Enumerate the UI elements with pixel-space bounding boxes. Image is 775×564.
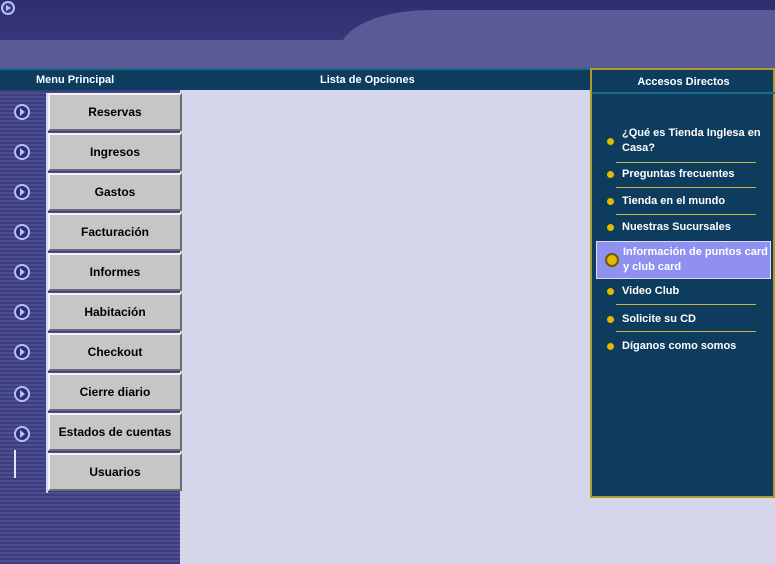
bullet-dot-icon: [607, 171, 614, 178]
shortcut-label: Solicite su CD: [622, 313, 696, 325]
bullet-dot-icon: [607, 224, 614, 231]
menu-button-usuarios[interactable]: Usuarios: [48, 453, 182, 491]
shortcut-label: Nuestras Sucursales: [622, 221, 731, 233]
shortcut-que-es-tienda[interactable]: ¿Qué es Tienda Inglesa en Casa?: [596, 126, 771, 156]
shortcut-label: Tienda en el mundo: [622, 195, 726, 207]
menu-button-gastos[interactable]: Gastos: [48, 173, 182, 211]
shortcut-diganos-como-somos[interactable]: Díganos como somos: [596, 339, 771, 354]
bullet-dot-icon: [607, 255, 617, 265]
shortcut-tienda-mundo[interactable]: Tienda en el mundo: [596, 194, 771, 209]
bullet-dot-icon: [607, 343, 614, 350]
bottom-right-fill: [590, 498, 775, 564]
circle-play-icon[interactable]: [14, 304, 30, 320]
menu-button-cierre-diario[interactable]: Cierre diario: [48, 373, 182, 411]
shortcut-solicite-cd[interactable]: Solicite su CD: [596, 312, 771, 327]
top-banner: [0, 0, 775, 68]
menu-button-informes[interactable]: Informes: [48, 253, 182, 291]
main-menu: Reservas Ingresos Gastos Facturación Inf…: [46, 93, 182, 493]
shortcut-nuestras-sucursales[interactable]: Nuestras Sucursales: [596, 220, 771, 235]
shortcut-label: Preguntas frecuentes: [622, 168, 735, 180]
shortcut-preguntas-frecuentes[interactable]: Preguntas frecuentes: [596, 167, 771, 182]
sidebar-marker: [14, 450, 16, 478]
shortcut-informacion-puntos[interactable]: Información de puntos card y club card: [596, 241, 771, 279]
shortcut-divider: [616, 214, 756, 215]
shortcut-divider: [616, 331, 756, 332]
shortcut-label: Díganos como somos: [622, 340, 737, 352]
shortcut-divider: [616, 187, 756, 188]
menu-button-ingresos[interactable]: Ingresos: [48, 133, 182, 171]
menu-button-checkout[interactable]: Checkout: [48, 333, 182, 371]
circle-play-icon[interactable]: [14, 264, 30, 280]
bullet-dot-icon: [607, 198, 614, 205]
bullet-dot-icon: [607, 288, 614, 295]
circle-play-icon[interactable]: [14, 144, 30, 160]
menu-button-estados-cuentas[interactable]: Estados de cuentas: [48, 413, 182, 451]
circle-play-icon[interactable]: [14, 224, 30, 240]
shortcut-label: Video Club: [622, 285, 680, 297]
circle-play-icon[interactable]: [14, 104, 30, 120]
menu-principal-title: Menu Principal: [36, 74, 115, 86]
shortcut-divider: [616, 304, 756, 305]
options-list-area: [182, 90, 590, 564]
menu-button-habitacion[interactable]: Habitación: [48, 293, 182, 331]
banner-curve: [340, 10, 775, 68]
shortcut-video-club[interactable]: Video Club: [596, 284, 771, 299]
circle-play-icon[interactable]: [14, 386, 30, 402]
menu-button-facturacion[interactable]: Facturación: [48, 213, 182, 251]
circle-play-icon[interactable]: [1, 1, 15, 15]
shortcuts-title: Accesos Directos: [637, 76, 730, 88]
circle-play-icon[interactable]: [14, 344, 30, 360]
circle-play-icon[interactable]: [14, 184, 30, 200]
shortcut-divider: [616, 162, 756, 163]
menu-button-reservas[interactable]: Reservas: [48, 93, 182, 131]
shortcut-label: Información de puntos card y club card: [623, 246, 768, 273]
lista-opciones-title: Lista de Opciones: [320, 74, 415, 86]
circle-play-icon[interactable]: [14, 426, 30, 442]
shortcut-label: ¿Qué es Tienda Inglesa en Casa?: [622, 127, 761, 154]
bullet-dot-icon: [607, 316, 614, 323]
shortcuts-panel: Accesos Directos ¿Qué es Tienda Inglesa …: [590, 68, 775, 498]
bullet-dot-icon: [607, 137, 614, 145]
shortcuts-header-divider: [592, 92, 775, 94]
